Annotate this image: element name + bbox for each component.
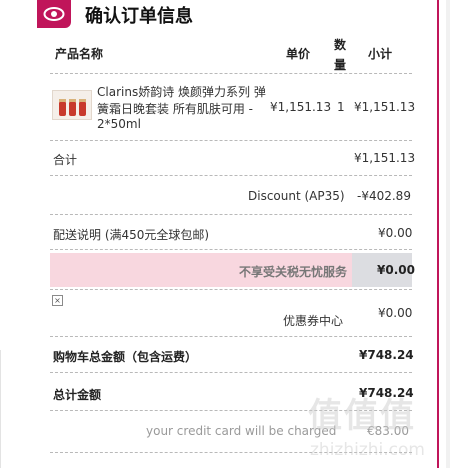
tax-value: ¥0.00 bbox=[377, 263, 415, 277]
coupon-center-link[interactable]: 优惠券中心 bbox=[283, 312, 343, 329]
eye-icon bbox=[37, 0, 71, 28]
discount-label: Discount (AP35) bbox=[248, 189, 345, 203]
tax-label: 不享受关税无忧服务 bbox=[239, 265, 348, 279]
col-product-name: 产品名称 bbox=[55, 47, 104, 61]
coupon-value: ¥0.00 bbox=[378, 306, 413, 320]
total-label: 合计 bbox=[53, 153, 78, 167]
grand-total-label: 总计金额 bbox=[53, 388, 102, 402]
divider bbox=[50, 140, 412, 141]
discount-value: -¥402.89 bbox=[357, 189, 411, 203]
divider bbox=[50, 289, 412, 290]
product-thumbnail[interactable] bbox=[52, 90, 92, 120]
product-qty: 1 bbox=[337, 100, 345, 114]
product-subtotal: ¥1,151.13 bbox=[354, 100, 416, 114]
shipping-value: ¥0.00 bbox=[378, 226, 413, 240]
left-divider bbox=[0, 350, 1, 468]
product-name-line3[interactable]: 2*50ml bbox=[97, 117, 141, 131]
col-unit-price: 单价 bbox=[286, 47, 311, 61]
product-name-line2[interactable]: 簧霜日晚套装 所有肌肤可用 - bbox=[97, 100, 253, 117]
col-qty-line1: 数 bbox=[334, 38, 347, 52]
product-name-line1[interactable]: Clarins娇韵诗 焕颜弹力系列 弹 bbox=[97, 83, 266, 100]
shipping-label: 配送说明 (满450元全球包邮) bbox=[53, 228, 210, 242]
divider bbox=[50, 175, 412, 176]
cart-total-label: 购物车总金额（包含运费） bbox=[53, 350, 198, 364]
watermark-logo: 值值值 bbox=[308, 396, 416, 436]
col-subtotal: 小计 bbox=[368, 47, 393, 61]
divider bbox=[50, 214, 412, 215]
col-qty-line2: 量 bbox=[334, 58, 347, 72]
total-value: ¥1,151.13 bbox=[354, 151, 416, 165]
divider bbox=[50, 336, 412, 337]
cart-total-value: ¥748.24 bbox=[359, 348, 414, 362]
divider bbox=[50, 372, 412, 373]
product-unit-price: ¥1,151.13 bbox=[270, 100, 332, 114]
watermark-url: zhizhizhi.com bbox=[310, 440, 425, 460]
coupon-checkbox[interactable]: × bbox=[52, 295, 63, 306]
order-header: 确认订单信息 bbox=[37, 0, 437, 32]
divider bbox=[50, 73, 412, 74]
divider bbox=[50, 249, 412, 250]
page-title: 确认订单信息 bbox=[85, 6, 193, 27]
watermark: 值值值 zhizhizhi.com bbox=[300, 388, 450, 468]
